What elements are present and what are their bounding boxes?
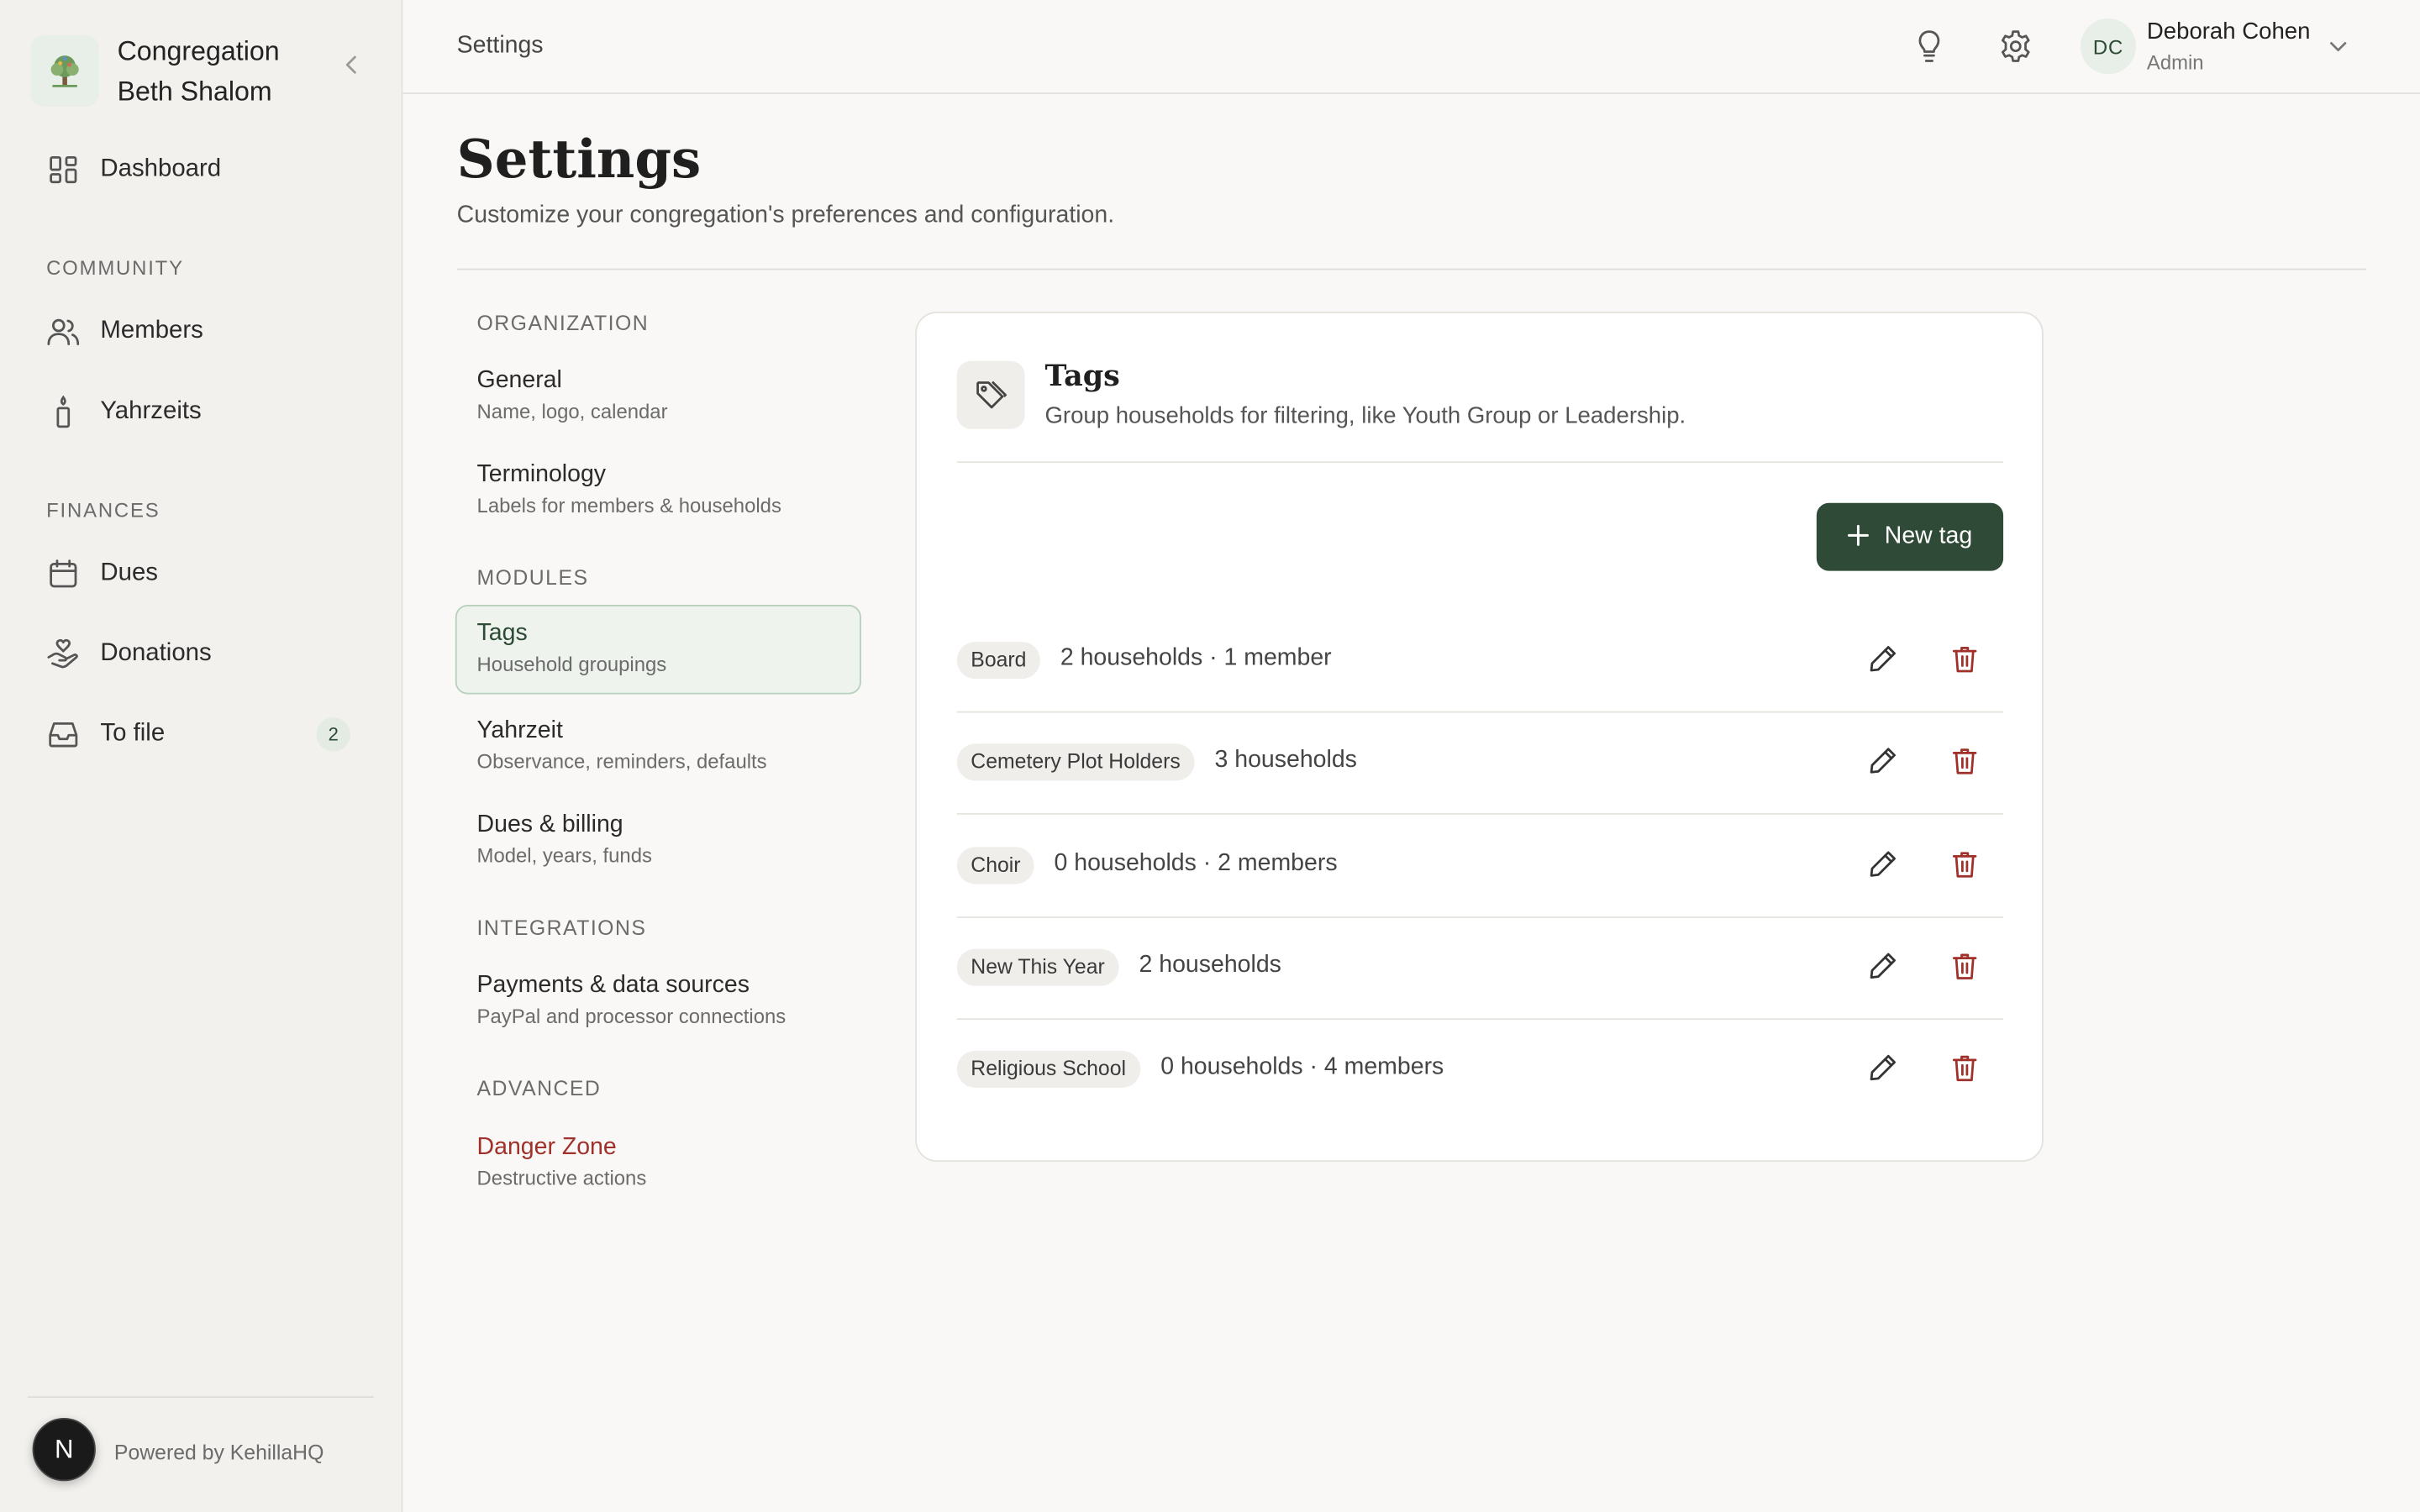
settings-item-title: Payments & data sources [476, 972, 750, 999]
section-community: COMMUNITY [46, 255, 184, 280]
tag-row: Religious School 0 households · 4 members [956, 1020, 2003, 1121]
sidebar-item-label: To file [100, 720, 166, 747]
org-name: Congregation Beth Shalom [117, 35, 280, 107]
settings-item-title: General [476, 367, 562, 394]
settings-item-desc: Household groupings [476, 652, 667, 676]
settings-item-terminology[interactable]: Terminology Labels for members & househo… [455, 446, 861, 536]
settings-item-desc: Name, logo, calendar [476, 399, 668, 423]
sidebar-item-members[interactable]: Members [46, 308, 355, 354]
sidebar: Congregation Beth Shalom Dashboard COMMU… [0, 0, 403, 1512]
chevron-down-icon[interactable] [2326, 34, 2350, 58]
settings-item-title: Yahrzeit [476, 717, 563, 744]
card-title: Tags [1044, 359, 1120, 394]
delete-trash-icon[interactable] [1949, 1053, 1981, 1084]
tag-chip[interactable]: Cemetery Plot Holders [956, 743, 1195, 781]
delete-trash-icon[interactable] [1949, 848, 1981, 879]
settings-item-general[interactable]: General Name, logo, calendar [455, 352, 861, 442]
calendar-icon [46, 557, 80, 591]
sidebar-item-label: Dues [100, 559, 159, 586]
settings-item-desc: Observance, reminders, defaults [476, 749, 767, 774]
settings-item-desc: Model, years, funds [476, 843, 652, 868]
tag-icon [956, 360, 1025, 429]
lightbulb-icon[interactable] [1911, 28, 1948, 65]
settings-item-title: Terminology [476, 461, 607, 488]
settings-item-title: Tags [476, 620, 528, 647]
page-subtitle: Customize your congregation's preference… [456, 202, 1115, 228]
tag-row: Cemetery Plot Holders 3 households [956, 713, 2004, 816]
card-subtitle: Group households for filtering, like You… [1044, 402, 1686, 429]
delete-trash-icon[interactable] [1949, 950, 1981, 981]
sidebar-divider [28, 1396, 374, 1399]
to-file-count-badge: 2 [316, 717, 350, 752]
settings-item-yahrzeit[interactable]: Yahrzeit Observance, reminders, defaults [455, 702, 861, 792]
edit-pencil-icon[interactable] [1867, 746, 1898, 777]
sidebar-item-dashboard[interactable]: Dashboard [46, 146, 355, 192]
sidebar-item-label: Members [100, 318, 203, 344]
tag-chip[interactable]: Choir [956, 846, 1035, 884]
section-organization: ORGANIZATION [476, 312, 650, 335]
tag-count: 0 households · 2 members [1054, 849, 1338, 876]
tag-row: Board 2 households · 1 member [956, 611, 2004, 713]
users-icon [46, 315, 80, 349]
card-divider [956, 461, 2004, 464]
new-tag-button[interactable]: New tag [1816, 502, 2004, 571]
page-title: Settings [456, 129, 702, 192]
user-name[interactable]: Deborah Cohen [2147, 18, 2311, 45]
dashboard-grid-icon [46, 153, 80, 186]
topbar: Settings DC Deborah Cohen Admin [402, 0, 2420, 95]
edit-pencil-icon[interactable] [1867, 848, 1898, 879]
user-role: Admin [2146, 50, 2204, 75]
edit-pencil-icon[interactable] [1867, 643, 1898, 675]
tag-count: 2 households · 1 member [1060, 644, 1332, 671]
new-tag-label: New tag [1884, 522, 1973, 549]
section-modules: MODULES [476, 566, 589, 590]
powered-by: Powered by KehillaHQ [113, 1441, 324, 1465]
section-integrations: INTEGRATIONS [476, 916, 647, 940]
edit-pencil-icon[interactable] [1867, 1053, 1898, 1084]
breadcrumb[interactable]: Settings [457, 33, 544, 60]
sidebar-item-yahrzeits[interactable]: Yahrzeits [46, 389, 355, 435]
collapse-sidebar-icon[interactable] [338, 51, 366, 79]
sidebar-item-label: Yahrzeits [100, 397, 202, 425]
delete-trash-icon[interactable] [1949, 643, 1981, 675]
app-avatar[interactable]: N [32, 1417, 96, 1482]
delete-trash-icon[interactable] [1949, 746, 1981, 777]
section-advanced: ADVANCED [476, 1077, 602, 1100]
sidebar-item-label: Donations [100, 640, 212, 667]
tag-chip[interactable]: Religious School [956, 1051, 1140, 1089]
header-divider [456, 268, 2366, 270]
hand-heart-icon [46, 638, 80, 671]
avatar[interactable]: DC [2080, 18, 2137, 75]
tag-row: Choir 0 households · 2 members [956, 816, 2004, 918]
settings-item-payments[interactable]: Payments & data sources PayPal and proce… [455, 957, 861, 1047]
settings-item-dues-billing[interactable]: Dues & billing Model, years, funds [455, 796, 861, 886]
settings-item-title: Danger Zone [476, 1134, 617, 1161]
tag-count: 0 households · 4 members [1160, 1053, 1444, 1081]
tag-count: 2 households [1139, 952, 1281, 979]
settings-item-title: Dues & billing [476, 811, 623, 838]
tag-count: 3 households [1214, 747, 1357, 774]
settings-item-danger-zone[interactable]: Danger Zone Destructive actions [455, 1119, 861, 1209]
tree-logo-icon [30, 35, 99, 107]
tag-row: New This Year 2 households [956, 918, 2004, 1020]
gear-icon[interactable] [1997, 28, 2034, 65]
candle-icon [46, 395, 80, 428]
sidebar-item-to-file[interactable]: To file [46, 711, 355, 758]
sidebar-item-label: Dashboard [100, 155, 222, 182]
tags-card: Tags Group households for filtering, lik… [915, 312, 2044, 1163]
tag-chip[interactable]: New This Year [956, 948, 1119, 986]
settings-item-tags[interactable]: Tags Household groupings [455, 605, 861, 695]
plus-icon [1848, 522, 1870, 553]
sidebar-item-donations[interactable]: Donations [46, 631, 355, 677]
inbox-icon [46, 717, 80, 751]
brand[interactable]: Congregation Beth Shalom [30, 31, 318, 112]
tag-chip[interactable]: Board [956, 642, 1041, 680]
settings-item-desc: PayPal and processor connections [476, 1004, 786, 1028]
section-finances: FINANCES [46, 498, 160, 522]
sidebar-item-dues[interactable]: Dues [46, 551, 355, 597]
edit-pencil-icon[interactable] [1867, 950, 1898, 981]
settings-item-desc: Destructive actions [476, 1166, 647, 1190]
settings-item-desc: Labels for members & households [476, 493, 781, 517]
